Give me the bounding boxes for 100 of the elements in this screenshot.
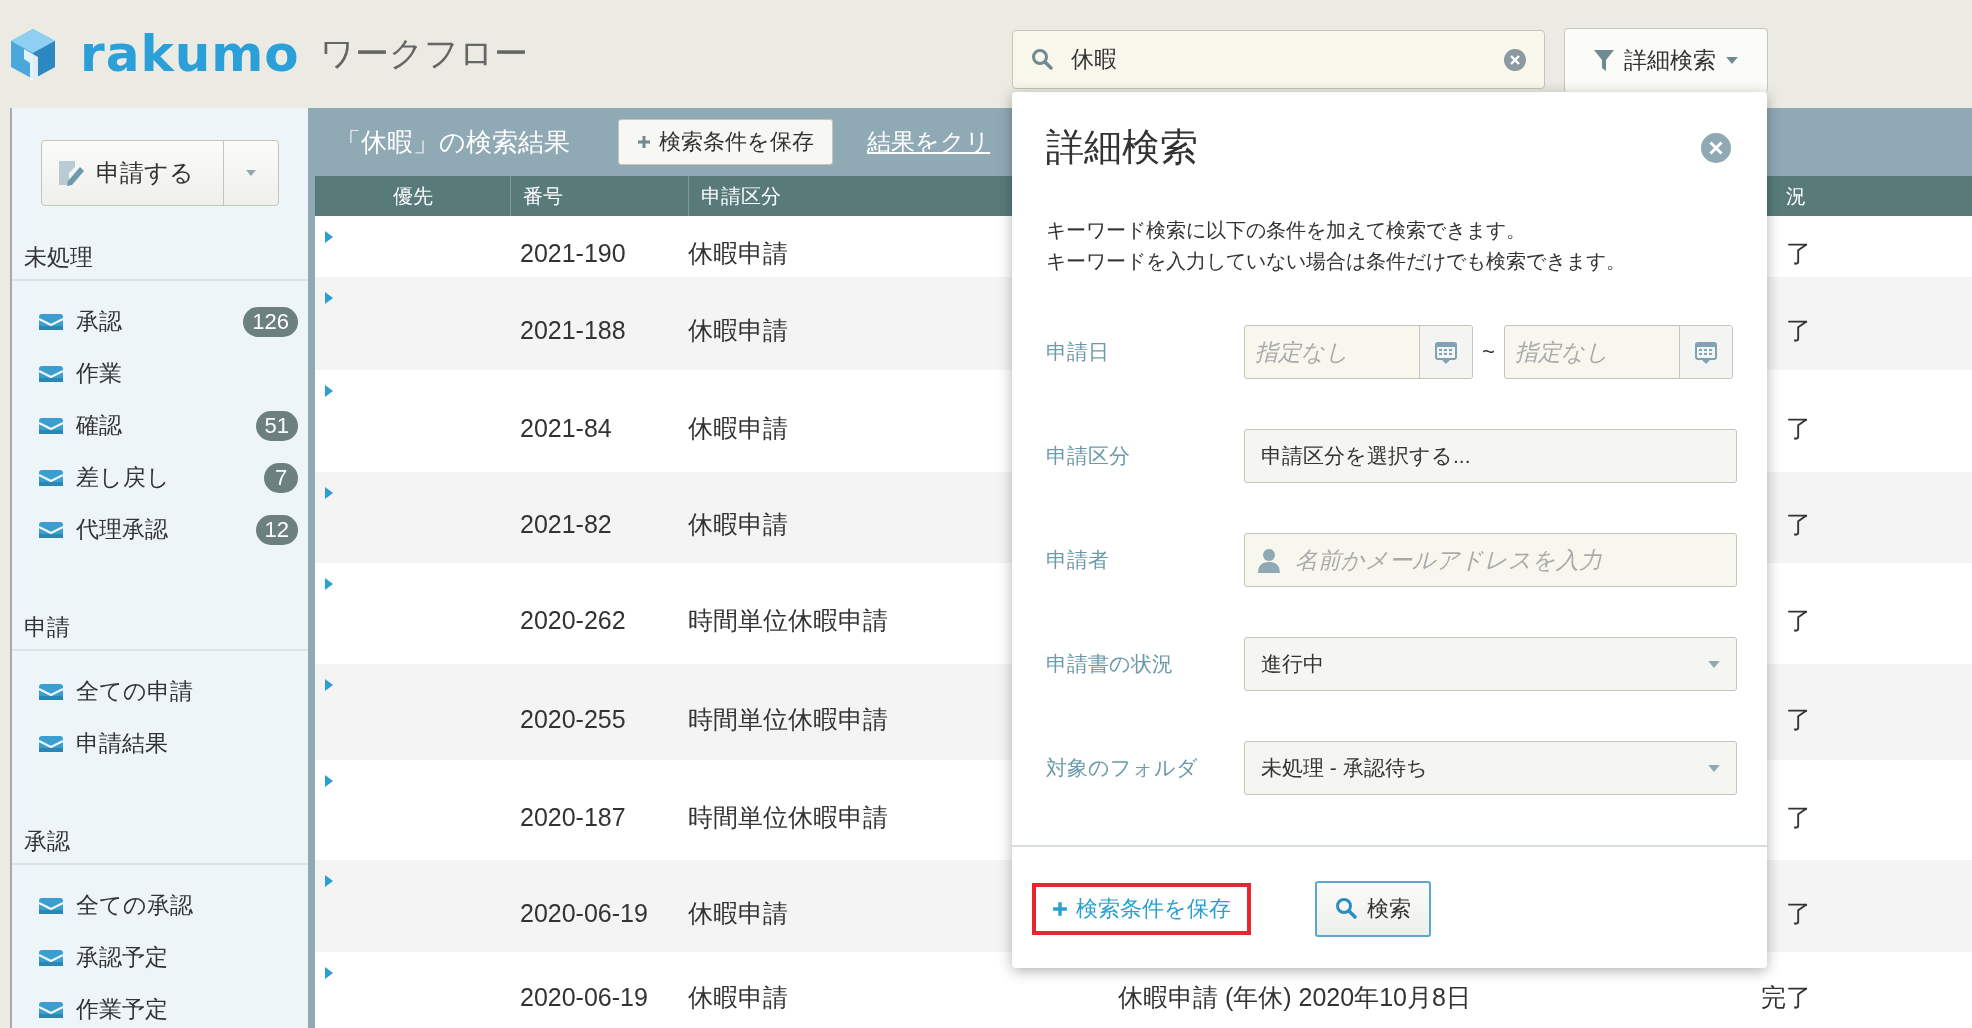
plus-icon [1052,901,1068,917]
inbox-tray-icon [38,1000,64,1019]
expand-arrow-icon[interactable] [325,875,333,887]
inbox-tray-icon [38,896,64,915]
table-cell-text: 休暇申請 [688,981,788,1013]
column-header: 優先 [391,183,434,209]
table-cell-text: 2020-06-19 [519,897,648,928]
sidebar-item[interactable]: 作業予定 [76,994,298,1025]
new-request-button[interactable]: 申請する [41,140,279,206]
table-cell-text: 時間単位休暇申請 [688,703,888,735]
search-field[interactable]: 休暇 [1012,30,1545,89]
sidebar-item[interactable]: 申請結果 [76,728,298,759]
search-icon [1335,897,1359,921]
logo-text: rakumo [80,25,300,83]
expand-arrow-icon[interactable] [325,292,333,304]
table-cell-text: 休暇申請 [688,238,788,269]
field-label: 対象のフォルダ [1046,755,1199,781]
inbox-tray-icon [38,682,64,701]
column-header: 番号 [510,176,688,216]
expand-arrow-icon[interactable] [325,487,333,499]
count-badge: 12 [255,514,298,545]
table-cell-text: 休暇申請 [688,412,788,444]
type-picker-button[interactable]: 申請区分を選択する... [1244,429,1737,483]
sidebar-item[interactable]: 代理承認 [76,514,244,545]
field-label: 申請者 [1046,547,1110,573]
search-button[interactable]: 検索 [1315,881,1431,937]
count-badge: 7 [264,462,298,493]
table-cell-text: 2021-82 [519,509,612,539]
document-edit-icon [56,159,84,187]
save-search-button[interactable]: 検索条件を保存 [618,119,833,165]
sidebar-item[interactable]: 全ての承認 [76,890,298,921]
field-label: 申請区分 [1046,443,1131,469]
filter-icon [1594,49,1614,71]
table-cell-text: 了 [1786,605,1811,636]
product-name: ワークフロー [319,33,528,74]
table-cell-text: 完了 [1761,981,1811,1013]
table-cell-text: 2021-188 [519,315,626,345]
table-cell-text: 2021-84 [519,412,612,443]
close-icon[interactable] [1701,132,1731,163]
clear-icon[interactable] [1504,48,1526,71]
cube-logo-icon [8,26,58,82]
table-cell-text: 了 [1786,412,1811,444]
inbox-tray-icon [38,416,64,435]
count-badge: 126 [243,306,298,337]
table-cell-text: 2020-255 [519,703,626,734]
table-cell-text: 了 [1786,315,1811,346]
count-badge: 51 [255,410,298,441]
caret-icon [1708,764,1720,772]
sidebar-item[interactable]: 確認 [76,410,244,441]
results-title: 「休暇」の検索結果 [335,125,570,159]
dialog-title: 詳細検索 [1046,125,1198,170]
sidebar-item[interactable]: 差し戻し [76,462,252,493]
expand-arrow-icon[interactable] [325,231,333,243]
caret-icon [1726,56,1738,64]
calendar-icon [1434,339,1458,365]
table-cell-text: 2020-06-19 [519,981,648,1012]
caret-icon[interactable] [246,170,256,176]
expand-arrow-icon[interactable] [325,385,333,397]
inbox-tray-icon [38,312,64,331]
select-dropdown[interactable]: 進行中 [1244,637,1737,691]
sidebar-item[interactable]: 作業 [76,358,298,389]
inbox-tray-icon [38,520,64,539]
inbox-tray-icon [38,364,64,383]
expand-arrow-icon[interactable] [325,578,333,590]
table-cell-text: 了 [1786,897,1811,929]
field-label: 申請書の状況 [1046,651,1174,677]
select-dropdown[interactable]: 未処理 - 承認待ち [1244,741,1737,795]
expand-arrow-icon[interactable] [325,967,333,979]
table-cell-text: 了 [1786,509,1811,540]
field-label: 申請日 [1046,339,1110,365]
table-cell-text: 了 [1786,801,1811,833]
advanced-search-button[interactable]: 詳細検索 [1564,28,1768,92]
plus-icon [637,135,651,149]
person-icon [1257,547,1281,573]
sidebar-item[interactable]: 全ての申請 [76,676,298,707]
caret-icon [1708,660,1720,668]
table-cell-text: 休暇申請 [688,509,788,540]
table-cell[interactable]: 休暇申請 (年休) 2020年10月8日 [1118,966,1471,1014]
table-cell-text: 休暇申請 [688,897,788,929]
table-cell-text: 時間単位休暇申請 [688,801,888,833]
table-cell-text: 2020-187 [519,801,626,832]
calendar-icon [1694,339,1718,365]
search-icon [1031,47,1055,72]
table-cell-text: 了 [1786,703,1811,735]
expand-arrow-icon[interactable] [325,775,333,787]
expand-arrow-icon[interactable] [325,679,333,691]
range-separator: ~ [1481,339,1496,365]
inbox-tray-icon [38,948,64,967]
sidebar-item[interactable]: 承認予定 [76,942,298,973]
table-cell-text: 2020-262 [519,605,626,635]
inbox-tray-icon [38,734,64,753]
sidebar-item[interactable]: 承認 [76,306,232,337]
column-header: 況 [1786,183,1807,209]
description-text: キーワードを入力していない場合は条件だけでも検索できます。 [1046,249,1627,274]
table-cell-text: 時間単位休暇申請 [688,605,888,636]
table-cell-text: 休暇申請 [688,315,788,346]
description-text: キーワード検索に以下の条件を加えて検索できます。 [1046,218,1527,243]
table-cell-text: 了 [1786,238,1811,269]
table-cell-text: 2021-190 [519,238,626,268]
inbox-tray-icon [38,468,64,487]
